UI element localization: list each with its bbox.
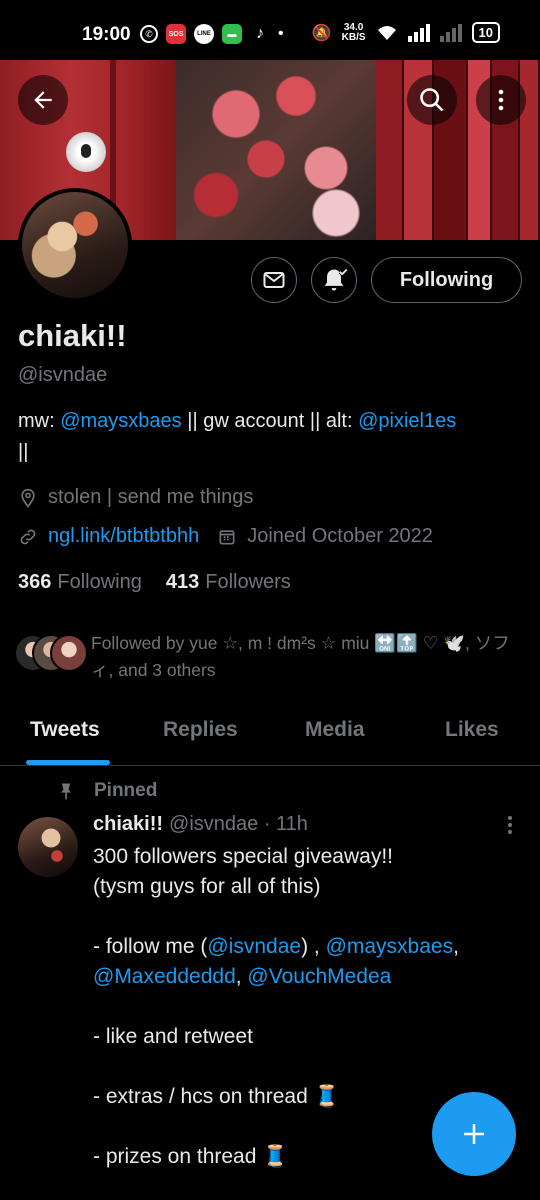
banner-flowers-image — [176, 60, 376, 240]
messages-icon: ▬ — [222, 24, 242, 44]
followers-stat[interactable]: 413 Followers — [166, 571, 291, 594]
profile-location: stolen | send me things — [18, 486, 253, 509]
tweet-mention-link[interactable]: @VouchMedea — [247, 965, 391, 988]
link-icon — [20, 529, 36, 544]
more-vertical-icon — [508, 816, 512, 834]
following-count: 366 — [18, 571, 52, 593]
tiktok-icon: ♪ — [256, 25, 264, 42]
more-vertical-icon — [498, 89, 504, 111]
network-speed: 34.0 KB/S — [341, 22, 366, 43]
tweet-mention-link[interactable]: @maysxbaes — [326, 935, 454, 958]
message-button[interactable] — [251, 257, 297, 303]
back-arrow-icon — [34, 91, 52, 109]
profile-avatar[interactable] — [18, 188, 132, 302]
tweet-text-span: ) , — [301, 935, 326, 958]
follow-stats: 366 Following 413 Followers — [18, 571, 291, 594]
tweet-mention-link[interactable]: @Maxeddeddd — [93, 965, 236, 988]
tweet-text-span: , — [235, 965, 248, 988]
following-button[interactable]: Following — [371, 257, 522, 303]
notifications-button[interactable] — [311, 257, 357, 303]
signal-icon — [407, 23, 430, 42]
profile-handle: @isvndae — [18, 364, 108, 386]
pinned-label: Pinned — [94, 780, 158, 801]
status-time: 19:00 — [82, 24, 131, 45]
following-stat[interactable]: 366 Following — [18, 571, 142, 594]
tweet-line: @Maxeddeddd, @VouchMedea — [93, 962, 513, 992]
location-text: stolen | send me things — [48, 486, 254, 508]
bio-text: || — [18, 441, 29, 463]
tweet-line-blank — [93, 902, 513, 932]
battery-indicator: 10 — [471, 22, 500, 43]
search-icon — [420, 88, 444, 112]
network-speed-unit: KB/S — [341, 31, 366, 43]
status-bar: 19:00 ✆ SOS LINE ▬ ♪ • 🔕 34.0 KB/S 10 — [0, 0, 540, 60]
followers-label: Followers — [205, 571, 291, 593]
whatsapp-icon: ✆ — [140, 25, 158, 43]
tweet-text-span: - follow me ( — [93, 935, 208, 958]
tweet-header: chiaki!! @isvndae · 11h — [93, 813, 308, 836]
calendar-icon — [219, 529, 235, 544]
follower-avatar — [50, 634, 88, 672]
sos-icon: SOS — [166, 24, 186, 44]
bio-mention-link[interactable]: @pixiel1es — [358, 410, 456, 432]
followed-by-text: Followed by yue ☆, m ! dm²s ☆ miu 🔛🔝 ♡ 🕊… — [91, 633, 510, 680]
tweet-text-span: , — [453, 935, 459, 958]
line-icon: LINE — [194, 24, 214, 44]
following-label: Following — [57, 571, 142, 593]
tweet-line-blank — [93, 992, 513, 1022]
profile-name: chiaki!! — [18, 318, 127, 353]
tweet-line: - like and retweet — [93, 1025, 253, 1048]
location-pin-icon — [21, 488, 35, 508]
pinned-label-row: Pinned — [56, 780, 157, 802]
pin-icon — [61, 783, 71, 800]
bell-check-icon — [324, 268, 348, 291]
banner-keyhole — [81, 144, 91, 158]
notification-icons: ✆ SOS LINE ▬ ♪ • — [140, 24, 284, 44]
banner-book — [520, 60, 540, 240]
tweet-mention-link[interactable]: @isvndae — [207, 935, 301, 958]
bio-mention-link[interactable]: @maysxbaes — [60, 410, 181, 432]
banner-book — [376, 60, 404, 240]
tweet-author-name[interactable]: chiaki!! — [93, 813, 163, 835]
bio-text: || gw account || alt: — [181, 410, 359, 432]
tweet-more-button[interactable] — [502, 814, 518, 841]
tweet-line: 300 followers special giveaway!! — [93, 845, 393, 868]
tweet-author-avatar[interactable] — [18, 817, 78, 877]
tab-likes[interactable]: Likes — [445, 718, 499, 742]
tweet-line-blank — [93, 1052, 513, 1082]
tab-replies[interactable]: Replies — [163, 718, 238, 742]
more-options-button[interactable] — [476, 75, 526, 125]
profile-bio: mw: @maysxbaes || gw account || alt: @pi… — [18, 406, 523, 468]
search-button[interactable] — [407, 75, 457, 125]
active-tab-indicator — [26, 760, 110, 765]
back-button[interactable] — [18, 75, 68, 125]
tweet-line: (tysm guys for all of this) — [93, 875, 321, 898]
followers-count: 413 — [165, 571, 200, 593]
message-icon — [263, 272, 285, 288]
wifi-icon — [377, 25, 396, 40]
profile-website-joined-row: ngl.link/btbtbtbhh Joined October 2022 — [18, 525, 433, 548]
bio-text: mw: — [18, 410, 61, 432]
signal-empty-icon — [439, 23, 462, 42]
tweet-line: - follow me (@isvndae) , @maysxbaes, — [93, 932, 513, 962]
more-notifications-dot-icon: • — [278, 25, 284, 42]
mute-icon: 🔕 — [311, 24, 332, 42]
joined-date: Joined October 2022 — [247, 525, 433, 547]
website-link[interactable]: ngl.link/btbtbtbhh — [48, 525, 199, 548]
compose-tweet-button[interactable] — [432, 1092, 516, 1176]
tweet-author-handle-time: @isvndae · 11h — [169, 813, 308, 835]
profile-tabs: Tweets Replies Media Likes — [0, 700, 540, 766]
compose-plus-icon — [464, 1124, 484, 1144]
tab-tweets[interactable]: Tweets — [30, 718, 100, 742]
tab-media[interactable]: Media — [305, 718, 365, 742]
